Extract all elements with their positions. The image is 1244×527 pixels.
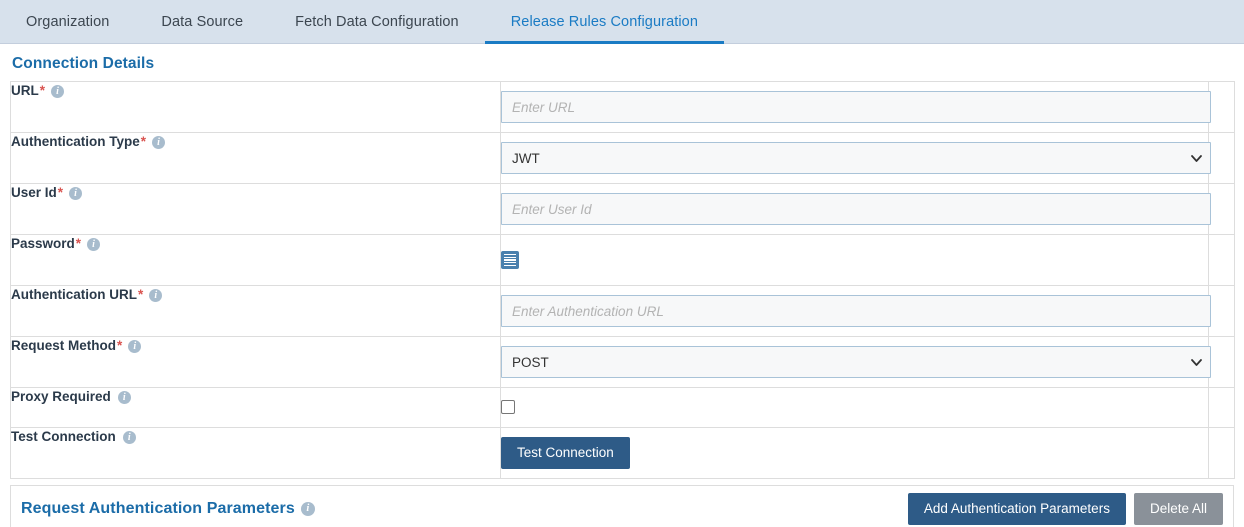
tab-release-rules-configuration[interactable]: Release Rules Configuration bbox=[485, 0, 724, 43]
required-asterisk: * bbox=[58, 184, 63, 202]
row-label-test-connection: Test Connection i bbox=[11, 428, 501, 479]
label-text: Password bbox=[11, 235, 75, 253]
request-method-select[interactable]: POST bbox=[501, 346, 1211, 378]
label-request-method: Request Method* i bbox=[11, 337, 141, 355]
row-extra-url bbox=[1209, 82, 1235, 133]
row-field-request-method: POST bbox=[501, 337, 1209, 388]
required-asterisk: * bbox=[138, 286, 143, 304]
row-extra-proxy-required bbox=[1209, 388, 1235, 428]
request-method-select-wrapper: POST bbox=[501, 346, 1211, 378]
connection-details-table: URL* i Authentication Type* i bbox=[10, 81, 1235, 479]
info-icon[interactable]: i bbox=[149, 289, 162, 302]
row-label-password: Password* i bbox=[11, 235, 501, 286]
info-icon[interactable]: i bbox=[301, 502, 315, 516]
row-extra-authentication-url bbox=[1209, 286, 1235, 337]
password-list-icon[interactable] bbox=[501, 251, 519, 269]
tab-bar: Organization Data Source Fetch Data Conf… bbox=[0, 0, 1244, 44]
heading-text: Request Authentication Parameters bbox=[21, 500, 295, 518]
required-asterisk: * bbox=[76, 235, 81, 253]
icon-line bbox=[504, 262, 516, 263]
label-test-connection: Test Connection i bbox=[11, 428, 136, 446]
label-password: Password* i bbox=[11, 235, 100, 253]
label-text: Request Method bbox=[11, 337, 116, 355]
tab-organization[interactable]: Organization bbox=[0, 0, 135, 43]
label-text: Proxy Required bbox=[11, 388, 111, 406]
info-icon[interactable]: i bbox=[118, 391, 131, 404]
connection-details-heading: Connection Details bbox=[10, 44, 1234, 81]
icon-line bbox=[504, 259, 516, 260]
tab-label: Organization bbox=[26, 14, 109, 30]
info-icon[interactable]: i bbox=[51, 85, 64, 98]
required-asterisk: * bbox=[40, 82, 45, 100]
row-label-request-method: Request Method* i bbox=[11, 337, 501, 388]
row-extra-authentication-type bbox=[1209, 133, 1235, 184]
row-field-user-id bbox=[501, 184, 1209, 235]
label-authentication-url: Authentication URL* i bbox=[11, 286, 162, 304]
label-authentication-type: Authentication Type* i bbox=[11, 133, 165, 151]
add-authentication-parameters-button[interactable]: Add Authentication Parameters bbox=[908, 493, 1126, 525]
label-proxy-required: Proxy Required i bbox=[11, 388, 131, 406]
delete-all-button[interactable]: Delete All bbox=[1134, 493, 1223, 525]
authentication-type-select-wrapper: JWT bbox=[501, 142, 1211, 174]
url-input[interactable] bbox=[501, 91, 1211, 123]
info-icon[interactable]: i bbox=[152, 136, 165, 149]
user-id-input[interactable] bbox=[501, 193, 1211, 225]
tab-label: Release Rules Configuration bbox=[511, 14, 698, 30]
tab-fetch-data-configuration[interactable]: Fetch Data Configuration bbox=[269, 0, 485, 43]
icon-line bbox=[504, 257, 516, 258]
row-field-url bbox=[501, 82, 1209, 133]
row-field-test-connection: Test Connection bbox=[501, 428, 1209, 479]
table-row: Proxy Required i bbox=[11, 388, 1235, 428]
row-label-authentication-type: Authentication Type* i bbox=[11, 133, 501, 184]
icon-line bbox=[504, 254, 516, 255]
row-extra-request-method bbox=[1209, 337, 1235, 388]
proxy-required-checkbox[interactable] bbox=[501, 400, 515, 414]
row-extra-user-id bbox=[1209, 184, 1235, 235]
authentication-url-input[interactable] bbox=[501, 295, 1211, 327]
row-label-user-id: User Id* i bbox=[11, 184, 501, 235]
row-extra-test-connection bbox=[1209, 428, 1235, 479]
label-text: Authentication URL bbox=[11, 286, 137, 304]
table-row: Request Method* i POST bbox=[11, 337, 1235, 388]
row-label-proxy-required: Proxy Required i bbox=[11, 388, 501, 428]
row-label-authentication-url: Authentication URL* i bbox=[11, 286, 501, 337]
label-text: User Id bbox=[11, 184, 57, 202]
table-row: Password* i bbox=[11, 235, 1235, 286]
table-row: Test Connection i Test Connection bbox=[11, 428, 1235, 479]
required-asterisk: * bbox=[117, 337, 122, 355]
tab-label: Fetch Data Configuration bbox=[295, 14, 459, 30]
request-authentication-parameters-heading: Request Authentication Parameters i bbox=[21, 500, 315, 518]
label-user-id: User Id* i bbox=[11, 184, 82, 202]
info-icon[interactable]: i bbox=[123, 431, 136, 444]
table-row: Authentication Type* i JWT bbox=[11, 133, 1235, 184]
icon-line bbox=[504, 265, 516, 266]
table-row: URL* i bbox=[11, 82, 1235, 133]
label-text: Authentication Type bbox=[11, 133, 140, 151]
row-field-password bbox=[501, 235, 1209, 286]
required-asterisk: * bbox=[141, 133, 146, 151]
request-authentication-parameters-panel: Request Authentication Parameters i Add … bbox=[10, 485, 1234, 527]
tab-data-source[interactable]: Data Source bbox=[135, 0, 269, 43]
row-field-proxy-required bbox=[501, 388, 1209, 428]
tab-label: Data Source bbox=[161, 14, 243, 30]
table-row: User Id* i bbox=[11, 184, 1235, 235]
row-field-authentication-type: JWT bbox=[501, 133, 1209, 184]
page-body: Connection Details URL* i bbox=[0, 44, 1244, 527]
info-icon[interactable]: i bbox=[87, 238, 100, 251]
row-label-url: URL* i bbox=[11, 82, 501, 133]
tab-bar-filler bbox=[724, 0, 1244, 43]
row-field-authentication-url bbox=[501, 286, 1209, 337]
table-row: Authentication URL* i bbox=[11, 286, 1235, 337]
authentication-type-select[interactable]: JWT bbox=[501, 142, 1211, 174]
row-extra-password bbox=[1209, 235, 1235, 286]
info-icon[interactable]: i bbox=[128, 340, 141, 353]
label-text: URL bbox=[11, 82, 39, 100]
test-connection-button[interactable]: Test Connection bbox=[501, 437, 630, 469]
label-text: Test Connection bbox=[11, 428, 116, 446]
label-url: URL* i bbox=[11, 82, 64, 100]
info-icon[interactable]: i bbox=[69, 187, 82, 200]
panel-actions: Add Authentication Parameters Delete All bbox=[908, 493, 1223, 525]
